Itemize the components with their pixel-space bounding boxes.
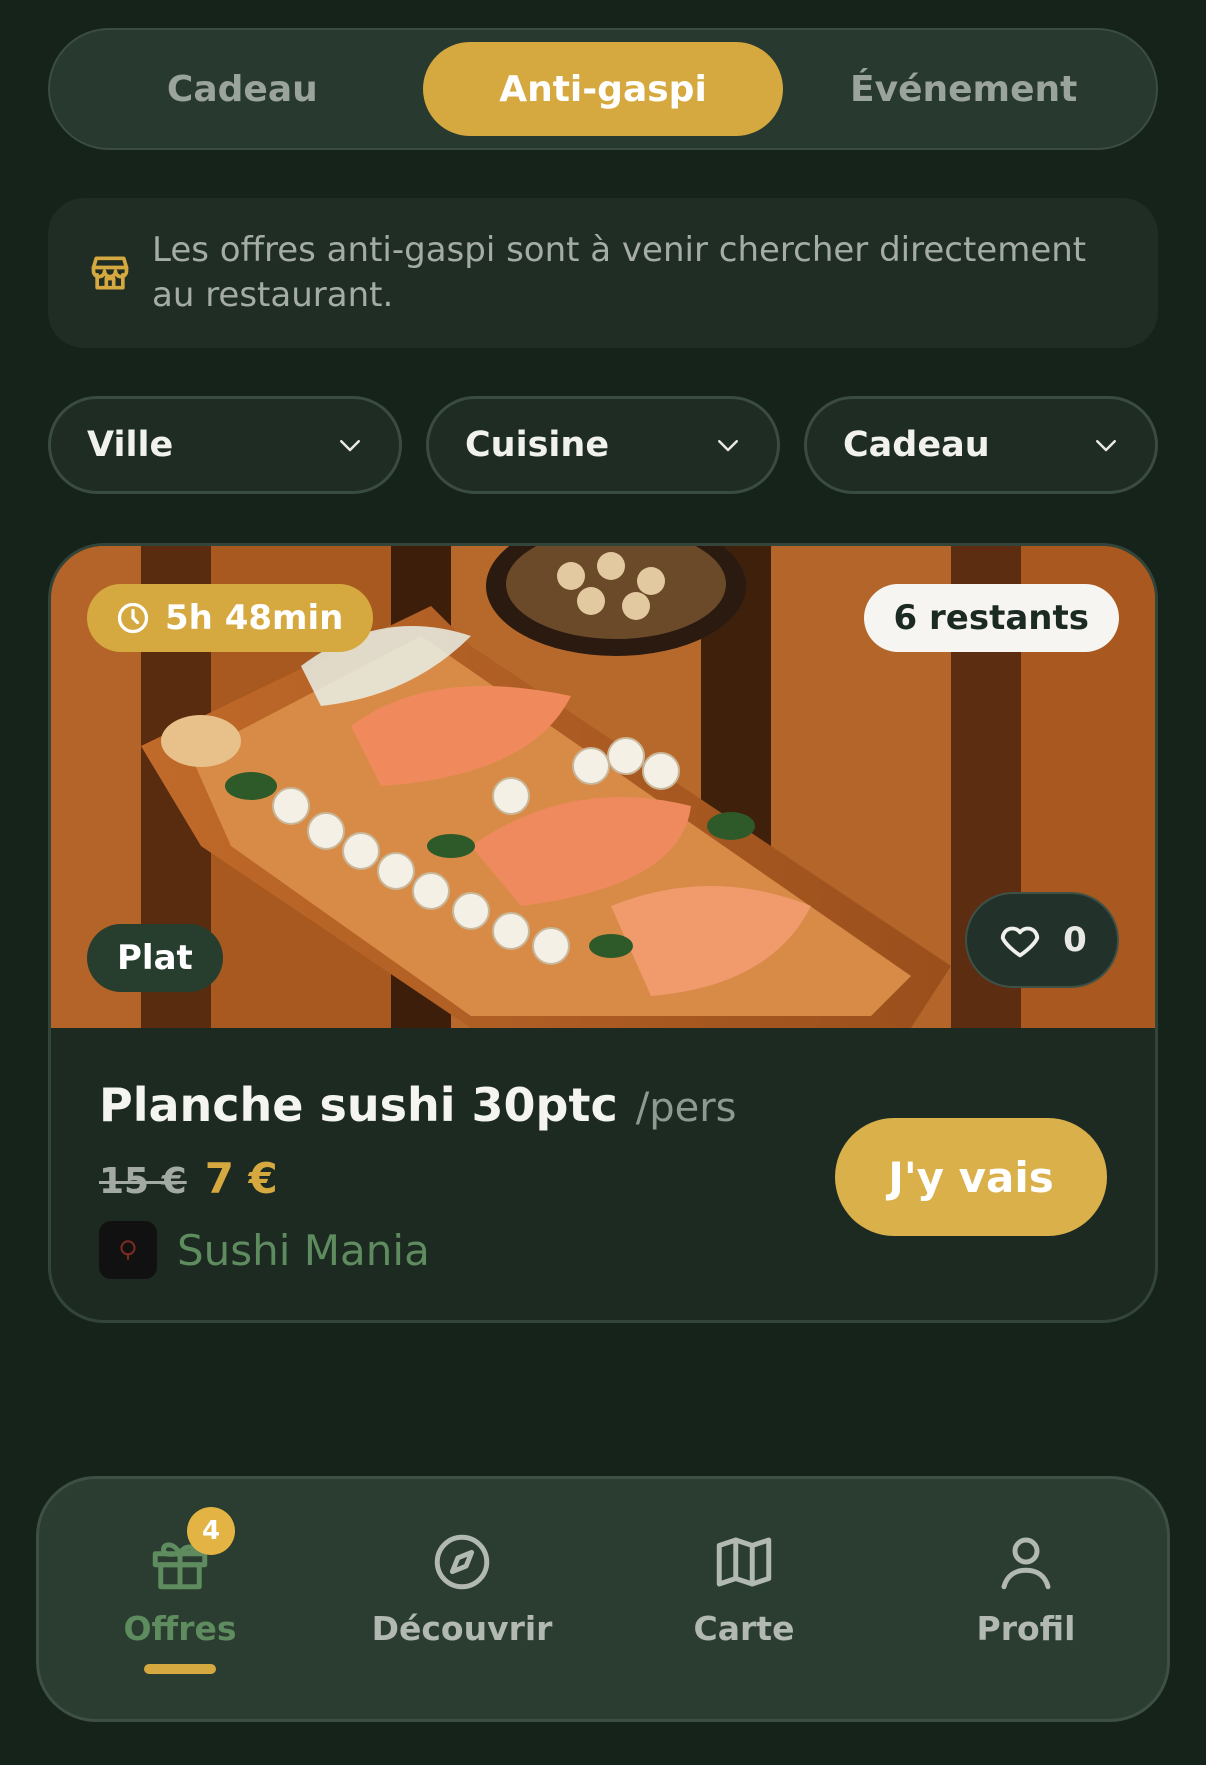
discounted-price: 7 € <box>204 1154 278 1203</box>
like-count: 0 <box>1063 920 1087 960</box>
restaurant-logo-icon <box>120 1240 136 1260</box>
info-banner: Les offres anti-gaspi sont à venir cherc… <box>48 198 1158 348</box>
tab-anti-gaspi[interactable]: Anti-gaspi <box>422 42 784 136</box>
store-icon <box>91 256 129 290</box>
nav-item-decouvrir[interactable]: Découvrir <box>321 1529 603 1648</box>
filter-label: Cuisine <box>465 425 610 465</box>
tab-cadeau[interactable]: Cadeau <box>62 42 423 136</box>
offer-type-tabs: Cadeau Anti-gaspi Événement <box>48 28 1158 150</box>
nav-label: Offres <box>123 1609 237 1648</box>
remaining-badge: 6 restants <box>863 584 1119 652</box>
chevron-down-icon <box>340 440 360 452</box>
time-left-badge: 5h 48min <box>87 584 374 652</box>
restaurant-name[interactable]: Sushi Mania <box>177 1226 430 1275</box>
like-button[interactable]: 0 <box>965 892 1119 988</box>
info-text: Les offres anti-gaspi sont à venir cherc… <box>152 230 1087 315</box>
chevron-down-icon <box>718 440 738 452</box>
compass-icon <box>434 1534 490 1590</box>
filter-label: Ville <box>87 425 174 465</box>
original-price: 15 € <box>99 1161 187 1202</box>
go-button[interactable]: J'y vais <box>835 1118 1107 1236</box>
map-icon <box>716 1537 772 1587</box>
bottom-nav: 4 Offres Découvrir Carte Profil <box>36 1476 1170 1722</box>
offer-details: Planche sushi 30ptc /pers 15 € 7 € Sushi… <box>51 1028 1155 1320</box>
nav-label: Carte <box>693 1609 795 1648</box>
clock-icon <box>117 602 149 634</box>
nav-label: Profil <box>976 1609 1076 1648</box>
offer-title: Planche sushi 30ptc <box>99 1078 618 1132</box>
time-left-text: 5h 48min <box>165 598 344 638</box>
offer-photo: 5h 48min 6 restants Plat 0 <box>51 546 1155 1028</box>
heart-icon <box>1000 926 1040 958</box>
nav-item-profil[interactable]: Profil <box>885 1529 1167 1648</box>
offers-count-badge: 4 <box>187 1507 235 1555</box>
filter-bar: Ville Cuisine Cadeau <box>48 396 1158 494</box>
filter-cadeau[interactable]: Cadeau <box>804 396 1158 494</box>
active-indicator <box>144 1664 216 1674</box>
filter-cuisine[interactable]: Cuisine <box>426 396 780 494</box>
restaurant-logo <box>99 1221 157 1279</box>
nav-label: Découvrir <box>371 1609 553 1648</box>
tab-evenement[interactable]: Événement <box>783 42 1144 136</box>
category-badge: Plat <box>87 924 223 992</box>
user-icon <box>1001 1537 1051 1590</box>
filter-ville[interactable]: Ville <box>48 396 402 494</box>
offer-card[interactable]: 5h 48min 6 restants Plat 0 Planche sushi… <box>48 543 1158 1323</box>
nav-item-offres[interactable]: 4 Offres <box>39 1507 321 1674</box>
chevron-down-icon <box>1096 440 1116 452</box>
nav-item-carte[interactable]: Carte <box>603 1529 885 1648</box>
filter-label: Cadeau <box>843 425 990 465</box>
offer-unit: /pers <box>635 1085 737 1131</box>
app-screen: Cadeau Anti-gaspi Événement Les offres a… <box>0 0 1206 1765</box>
